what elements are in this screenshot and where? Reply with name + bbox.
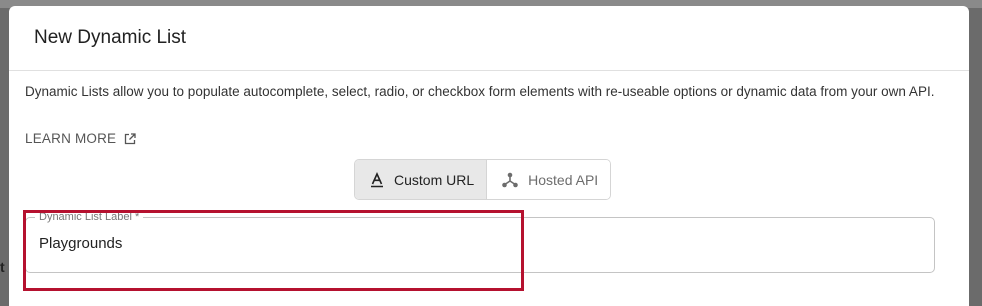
backdrop-glyph: t xyxy=(0,259,5,275)
dialog-description: Dynamic Lists allow you to populate auto… xyxy=(25,84,935,99)
source-type-toggle-group: Custom URL Hosted API xyxy=(354,159,612,200)
custom-url-toggle[interactable]: Custom URL xyxy=(355,160,488,199)
hosted-api-toggle[interactable]: Hosted API xyxy=(487,160,611,199)
highlight-box xyxy=(23,210,524,291)
api-icon xyxy=(502,172,518,187)
learn-more-link[interactable]: LEARN MORE xyxy=(25,131,136,146)
hosted-api-label: Hosted API xyxy=(528,171,599,188)
external-link-icon xyxy=(125,132,136,144)
custom-url-label: Custom URL xyxy=(394,171,475,188)
text-format-icon xyxy=(371,171,383,187)
learn-more-label: LEARN MORE xyxy=(25,131,117,146)
dialog-title: New Dynamic List xyxy=(34,27,187,48)
dialog-header: New Dynamic List xyxy=(9,6,969,71)
